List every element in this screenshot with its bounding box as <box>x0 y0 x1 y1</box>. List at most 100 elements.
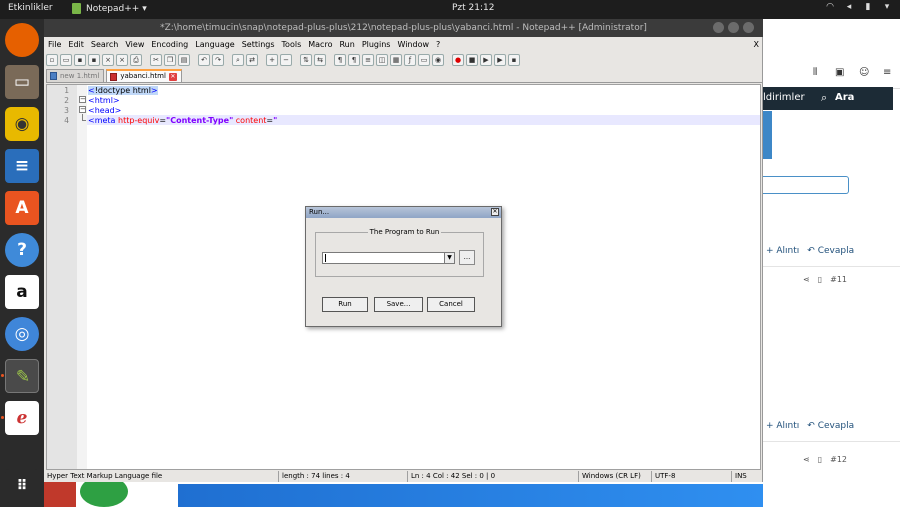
reply-button[interactable]: ↶ Cevapla <box>807 421 854 431</box>
menu-language[interactable]: Language <box>195 38 234 51</box>
dialog-title[interactable]: Run... <box>306 207 501 218</box>
stop-macro-icon[interactable]: ■ <box>466 53 478 66</box>
search-link[interactable]: Ara <box>835 92 854 103</box>
share-icon[interactable]: ⋖ <box>803 275 810 284</box>
sidebar-icon[interactable]: ▣ <box>835 67 844 78</box>
sync-icon[interactable]: ☺ <box>859 67 869 78</box>
doc-map-icon[interactable]: ▦ <box>390 53 402 66</box>
play-macro-multiple-icon[interactable]: ▶ <box>494 53 506 66</box>
cancel-button[interactable]: Cancel <box>427 297 475 312</box>
indent-guide-icon[interactable]: ≡ <box>362 53 374 66</box>
menu-settings[interactable]: Settings <box>242 38 275 51</box>
reply-input[interactable] <box>763 176 849 194</box>
udl-icon[interactable]: ◫ <box>376 53 388 66</box>
new-file-icon[interactable]: ▫ <box>46 53 58 66</box>
library-icon[interactable]: ⫴ <box>813 67 817 78</box>
save-macro-icon[interactable]: ▪ <box>508 53 520 66</box>
menu-run[interactable]: Run <box>339 38 354 51</box>
tab-yabanci[interactable]: yabanci.html ✕ <box>106 69 182 82</box>
search-icon[interactable]: ⌕ <box>821 91 827 105</box>
fold-toggle-icon[interactable]: − <box>79 96 86 103</box>
notepad-plus-plus-dock-icon[interactable]: ✎ <box>5 359 39 393</box>
menu-edit[interactable]: Edit <box>68 38 84 51</box>
tab-close-icon[interactable]: ✕ <box>168 72 177 81</box>
print-icon[interactable]: ⎙ <box>130 53 142 66</box>
save-all-icon[interactable]: ▪ <box>88 53 100 66</box>
firefox-icon[interactable] <box>5 23 39 57</box>
rhythmbox-icon[interactable]: ◉ <box>5 107 39 141</box>
files-icon[interactable]: ▭ <box>5 65 39 99</box>
redo-icon[interactable]: ↷ <box>212 53 224 66</box>
notifications-link[interactable]: ldirimler <box>763 92 805 103</box>
post-number[interactable]: #12 <box>830 455 847 464</box>
function-list-icon[interactable]: ƒ <box>404 53 416 66</box>
zoom-in-icon[interactable]: + <box>266 53 278 66</box>
menu-file[interactable]: File <box>48 38 61 51</box>
close-document-button[interactable]: X <box>754 38 759 51</box>
evince-icon[interactable]: ℯ <box>5 401 39 435</box>
status-encoding: UTF-8 <box>652 471 732 482</box>
menu-encoding[interactable]: Encoding <box>151 38 188 51</box>
libreoffice-writer-icon[interactable]: ≡ <box>5 149 39 183</box>
share-icon[interactable]: ⋖ <box>803 455 810 464</box>
fold-toggle-icon[interactable]: − <box>79 106 86 113</box>
zoom-out-icon[interactable]: − <box>280 53 292 66</box>
activities-button[interactable]: Etkinlikler <box>8 3 53 13</box>
save-button[interactable]: Save... <box>374 297 423 312</box>
play-macro-icon[interactable]: ▶ <box>480 53 492 66</box>
window-title[interactable]: *Z:\home\timucin\snap\notepad-plus-plus\… <box>44 19 763 37</box>
menu-plugins[interactable]: Plugins <box>362 38 391 51</box>
chromium-icon[interactable]: ◎ <box>5 317 39 351</box>
browse-button[interactable]: ... <box>459 250 475 265</box>
system-tray[interactable]: ◠ ◂ ▮ ▾ <box>825 2 892 13</box>
amazon-icon[interactable]: a <box>5 275 39 309</box>
cut-icon[interactable]: ✂ <box>150 53 162 66</box>
record-macro-icon[interactable]: ● <box>452 53 464 66</box>
menu-view[interactable]: View <box>125 38 144 51</box>
program-combobox[interactable]: ▼ <box>322 252 455 264</box>
menu-macro[interactable]: Macro <box>308 38 332 51</box>
code-line[interactable]: <html> <box>88 96 120 105</box>
bookmark-icon[interactable]: ▯ <box>818 455 822 464</box>
ubuntu-software-icon[interactable]: A <box>5 191 39 225</box>
code-line[interactable]: <meta http-equiv="Content-Type" content=… <box>88 116 277 125</box>
replace-icon[interactable]: ⇄ <box>246 53 258 66</box>
menu-icon[interactable]: ≡ <box>883 67 891 78</box>
minimize-button[interactable] <box>713 22 724 33</box>
copy-icon[interactable]: ❐ <box>164 53 176 66</box>
code-line[interactable]: <head> <box>88 106 121 115</box>
quote-button[interactable]: + Alıntı <box>766 246 799 256</box>
find-icon[interactable]: ⌕ <box>232 53 244 66</box>
close-button[interactable] <box>743 22 754 33</box>
help-icon[interactable]: ? <box>5 233 39 267</box>
menu-window[interactable]: Window <box>397 38 429 51</box>
paste-icon[interactable]: ▤ <box>178 53 190 66</box>
menu-search[interactable]: Search <box>91 38 118 51</box>
menu-tools[interactable]: Tools <box>282 38 302 51</box>
close-file-icon[interactable]: × <box>102 53 114 66</box>
sync-scroll-h-icon[interactable]: ⇆ <box>314 53 326 66</box>
run-button[interactable]: Run <box>322 297 368 312</box>
show-all-chars-icon[interactable]: ¶ <box>348 53 360 66</box>
tab-new-1[interactable]: new 1.html <box>46 69 105 82</box>
clock[interactable]: Pzt 21:12 <box>452 3 494 13</box>
maximize-button[interactable] <box>728 22 739 33</box>
save-icon[interactable]: ▪ <box>74 53 86 66</box>
folder-workspace-icon[interactable]: ▭ <box>418 53 430 66</box>
undo-icon[interactable]: ↶ <box>198 53 210 66</box>
word-wrap-icon[interactable]: ¶ <box>334 53 346 66</box>
show-applications-icon[interactable]: ⠿ <box>5 469 39 503</box>
close-all-icon[interactable]: × <box>116 53 128 66</box>
post-number[interactable]: #11 <box>830 275 847 284</box>
dialog-close-icon[interactable]: ✕ <box>491 208 499 216</box>
chevron-down-icon[interactable]: ▼ <box>444 253 454 263</box>
monitoring-icon[interactable]: ◉ <box>432 53 444 66</box>
app-menu[interactable]: Notepad++ ▾ <box>72 3 147 14</box>
bookmark-icon[interactable]: ▯ <box>818 275 822 284</box>
sync-scroll-v-icon[interactable]: ⇅ <box>300 53 312 66</box>
quote-button[interactable]: + Alıntı <box>766 421 799 431</box>
reply-button[interactable]: ↶ Cevapla <box>807 246 854 256</box>
code-line[interactable]: <!doctype html> <box>88 86 158 95</box>
open-file-icon[interactable]: ▭ <box>60 53 72 66</box>
menu-help[interactable]: ? <box>436 38 440 51</box>
